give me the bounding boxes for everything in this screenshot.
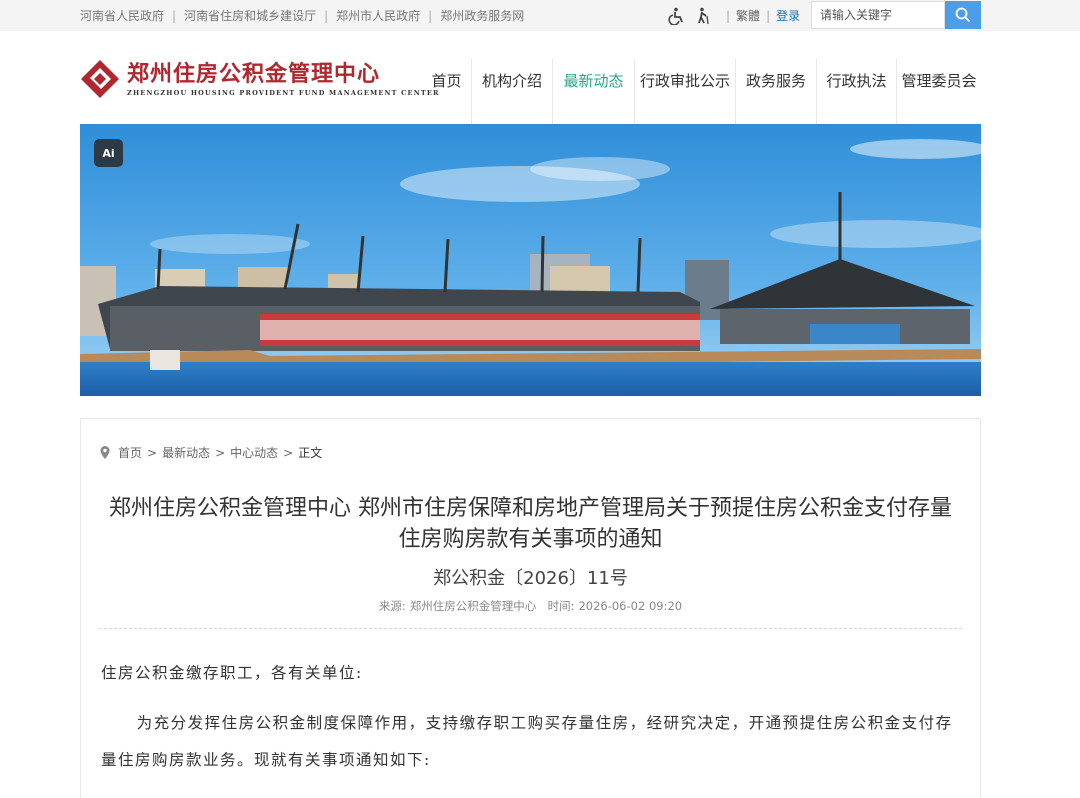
login-link[interactable]: 登录 — [776, 7, 800, 24]
logo-text: 郑州住房公积金管理中心 ZHENGZHOU HOUSING PROVIDENT … — [127, 62, 440, 97]
breadcrumb-separator: > — [147, 445, 158, 460]
logo-chinese-name: 郑州住房公积金管理中心 — [127, 60, 381, 87]
site-search — [811, 1, 981, 29]
nav-about[interactable]: 机构介绍 — [472, 59, 553, 124]
traditional-chinese-toggle[interactable]: 繁體 — [736, 7, 760, 24]
elderly-icon[interactable] — [694, 7, 712, 25]
breadcrumb-home[interactable]: 首页 — [118, 444, 142, 461]
link-separator: | — [324, 8, 329, 23]
link-separator: | — [172, 8, 177, 23]
breadcrumb-latest-news[interactable]: 最新动态 — [162, 444, 210, 461]
article-paragraph: 为充分发挥住房公积金制度保障作用，支持缴存职工购买存量住房，经研究决定，开通预提… — [101, 714, 953, 769]
nav-management-committee[interactable]: 管理委员会 — [897, 59, 981, 124]
link-separator: | — [428, 8, 433, 23]
nav-home[interactable]: 首页 — [422, 59, 472, 124]
article-body: 住房公积金缴存职工，各有关单位: 为充分发挥住房公积金制度保障作用，支持缴存职工… — [101, 658, 961, 779]
gov-links: 河南省人民政府 | 河南省住房和城乡建设厅 | 郑州市人民政府 | 郑州政务服务… — [80, 0, 524, 31]
top-utility-bar: 河南省人民政府 | 河南省住房和城乡建设厅 | 郑州市人民政府 | 郑州政务服务… — [0, 0, 1080, 31]
breadcrumb-center-news[interactable]: 中心动态 — [230, 444, 278, 461]
banner-cityscape-illustration — [80, 124, 981, 396]
search-input[interactable] — [811, 1, 945, 29]
tools-separator: | — [726, 8, 731, 23]
article-panel: 首页 > 最新动态 > 中心动态 > 正文 郑州住房公积金管理中心 郑州市住房保… — [80, 418, 981, 798]
breadcrumb-separator: > — [215, 445, 226, 460]
article-meta: 来源: 郑州住房公积金管理中心 时间: 2026-06-02 09:20 — [81, 598, 980, 614]
logo-english-name: ZHENGZHOU HOUSING PROVIDENT FUND MANAGEM… — [127, 88, 440, 97]
gov-link-zhengzhou-services[interactable]: 郑州政务服务网 — [440, 7, 524, 24]
time-label: 时间: — [547, 599, 575, 613]
top-tools: | 繁體 | 登录 — [668, 0, 800, 31]
breadcrumb: 首页 > 最新动态 > 中心动态 > 正文 — [100, 444, 322, 461]
breadcrumb-separator: > — [283, 445, 294, 460]
search-icon — [955, 7, 971, 23]
article-salutation: 住房公积金缴存职工，各有关单位: — [101, 664, 363, 682]
nav-latest-news[interactable]: 最新动态 — [553, 59, 635, 124]
article-time: 2026-06-02 09:20 — [578, 599, 683, 613]
ai-badge[interactable]: Ai — [94, 139, 123, 167]
breadcrumb-current: 正文 — [298, 446, 323, 460]
banner-image: Ai — [80, 124, 981, 396]
gov-link-henan-housing[interactable]: 河南省住房和城乡建设厅 — [184, 7, 316, 24]
article-title: 郑州住房公积金管理中心 郑州市住房保障和房地产管理局关于预提住房公积金支付存量住… — [109, 496, 952, 552]
search-button[interactable] — [945, 1, 981, 29]
gov-link-zhengzhou-gov[interactable]: 郑州市人民政府 — [336, 7, 420, 24]
article-source: 郑州住房公积金管理中心 — [409, 599, 537, 613]
nav-law-enforcement[interactable]: 行政执法 — [817, 59, 897, 124]
document-number: 郑公积金〔2026〕11号 — [433, 568, 628, 589]
wheelchair-icon[interactable] — [668, 7, 686, 25]
source-label: 来源: — [378, 599, 406, 613]
title-divider — [99, 628, 962, 629]
site-header: 郑州住房公积金管理中心 ZHENGZHOU HOUSING PROVIDENT … — [0, 31, 1080, 124]
nav-gov-services[interactable]: 政务服务 — [736, 59, 817, 124]
nav-admin-approval[interactable]: 行政审批公示 — [635, 59, 736, 124]
gov-link-henan-gov[interactable]: 河南省人民政府 — [80, 7, 164, 24]
location-pin-icon — [100, 446, 110, 459]
logo-mark-icon — [81, 60, 119, 98]
site-logo[interactable]: 郑州住房公积金管理中心 ZHENGZHOU HOUSING PROVIDENT … — [80, 59, 440, 99]
tools-separator: | — [766, 8, 771, 23]
main-nav: 首页 机构介绍 最新动态 行政审批公示 政务服务 行政执法 管理委员会 — [422, 59, 981, 124]
